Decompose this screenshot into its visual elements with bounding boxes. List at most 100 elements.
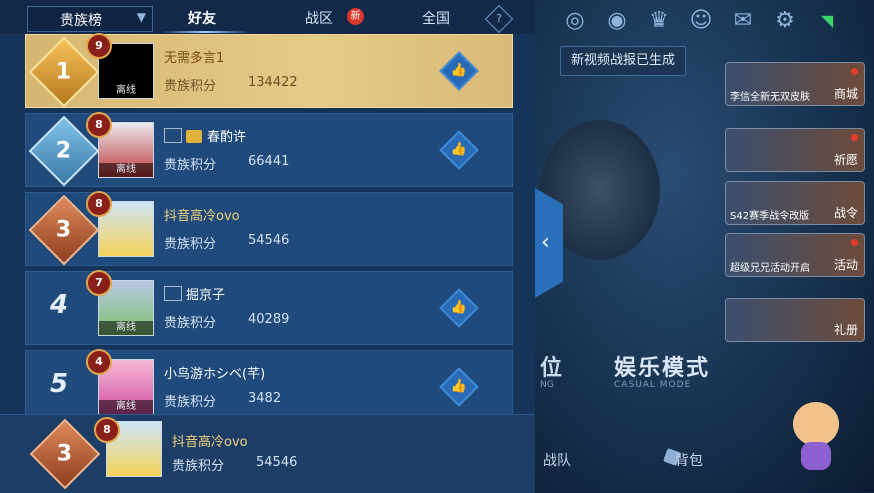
- casual-mode-title: 娱乐模式: [614, 356, 711, 381]
- level-badge: 4: [86, 349, 112, 375]
- level-badge: 8: [94, 417, 120, 443]
- score-label: 贵族积分: [164, 316, 217, 331]
- ranked-mode-title: 位: [540, 356, 563, 381]
- trophy-icon[interactable]: ♛: [644, 6, 674, 36]
- offline-status: 离线: [99, 84, 153, 98]
- mascot-head: [793, 402, 839, 446]
- player-name: 掘京子: [186, 288, 226, 303]
- rank-row-3[interactable]: 3 8 抖音高冷ovo 贵族积分 54546: [25, 191, 513, 266]
- rank-row-4[interactable]: 4 离线 7 掘京子 贵族积分 40289 👍: [25, 270, 513, 345]
- score-label: 贵族积分: [172, 459, 225, 474]
- level-badge: 7: [86, 270, 112, 296]
- player-name: 小鸟游ホシベ(芊): [164, 367, 266, 382]
- mode-banner[interactable]: 位 NG 娱乐模式 CASUAL MODE: [540, 340, 730, 396]
- gift-book-button[interactable]: 礼册: [725, 298, 865, 342]
- rank-number: 3: [57, 441, 73, 467]
- ranked-mode-sub: NG: [540, 380, 554, 390]
- like-button[interactable]: 👍: [439, 288, 479, 328]
- chevron-down-icon: ▼: [136, 10, 146, 24]
- score-value: 54546: [256, 455, 298, 470]
- bag-nav-item[interactable]: 背包: [675, 450, 703, 470]
- notification-dot: [851, 68, 858, 75]
- score-value: 3482: [248, 391, 282, 406]
- rank-badge-bronze: 3: [29, 418, 101, 490]
- rank-number: 2: [56, 138, 72, 164]
- mail-icon[interactable]: ✉: [728, 6, 758, 36]
- rank-number: 4: [50, 290, 69, 320]
- battle-pass-label: 战令: [833, 206, 858, 220]
- vip-crown-icon: [186, 130, 202, 143]
- my-rank-footer: 3 8 抖音高冷ovo 贵族积分 54546: [0, 414, 535, 493]
- tab-bar: 贵族榜 ▼ 好友 战区 新 全国 ?: [0, 0, 535, 34]
- thumbs-up-icon: 👍: [450, 142, 468, 157]
- score-value: 134422: [248, 75, 298, 90]
- target-icon[interactable]: ◎: [560, 6, 590, 36]
- offline-status: 离线: [99, 321, 153, 335]
- dropdown-label: 贵族榜: [60, 13, 102, 29]
- shop-label: 商城: [833, 87, 858, 101]
- gift-book-label: 礼册: [833, 323, 858, 337]
- player-name: 抖音高冷ovo: [164, 209, 240, 224]
- player-name-wrap: 掘京子: [164, 284, 225, 303]
- like-button[interactable]: 👍: [439, 51, 479, 91]
- battle-pass-button[interactable]: S42赛季战令改版 战令: [725, 181, 865, 225]
- team-tag-icon: [164, 286, 182, 301]
- gear-icon[interactable]: ⚙: [770, 6, 800, 36]
- team-tag-icon: [164, 128, 182, 143]
- new-badge: 新: [347, 8, 364, 25]
- player-name: 无需多言1: [164, 51, 225, 66]
- score-label: 贵族积分: [164, 79, 217, 94]
- mascot-character[interactable]: [785, 398, 847, 474]
- shop-promo-text: 李信全新无双皮肤: [730, 92, 810, 103]
- tab-friends[interactable]: 好友: [188, 8, 216, 28]
- active-tab-indicator: [160, 31, 250, 33]
- wifi-icon: ◥: [820, 11, 834, 30]
- events-button[interactable]: 超级兄兄活动开启 活动: [725, 233, 865, 277]
- score-value: 54546: [248, 233, 290, 248]
- chevron-left-icon: ‹: [541, 230, 550, 255]
- thumbs-up-icon: 👍: [450, 379, 468, 394]
- top-icon-bar: ◎ ◉ ♛ ☺ ✉ ⚙ ◥: [560, 6, 860, 50]
- player-name: 春酌许: [207, 130, 247, 145]
- casual-mode-sub: CASUAL MODE: [614, 380, 692, 390]
- tab-national[interactable]: 全国: [422, 8, 450, 28]
- player-name: 抖音高冷ovo: [172, 435, 248, 450]
- like-button[interactable]: 👍: [439, 130, 479, 170]
- score-value: 40289: [248, 312, 290, 327]
- events-promo: 超级兄兄活动开启: [730, 263, 810, 274]
- team-nav-item[interactable]: 战队: [543, 450, 571, 470]
- battle-pass-promo: S42赛季战令改版: [730, 211, 810, 222]
- level-badge: 8: [86, 191, 112, 217]
- events-label: 活动: [833, 258, 858, 272]
- score-label: 贵族积分: [164, 237, 217, 252]
- ranking-panel: 贵族榜 ▼ 好友 战区 新 全国 ? 1 离线 9 无需多言1 贵族积分 134…: [0, 0, 535, 493]
- rank-row-2[interactable]: 2 离线 8 春酌许 贵族积分 66441 👍: [25, 112, 513, 187]
- offline-status: 离线: [99, 163, 153, 177]
- score-value: 66441: [248, 154, 290, 169]
- like-button[interactable]: 👍: [439, 367, 479, 407]
- rank-number: 5: [50, 369, 69, 399]
- offline-status: 离线: [99, 400, 153, 414]
- tab-region[interactable]: 战区: [305, 8, 333, 28]
- wish-label: 祈愿: [833, 153, 858, 167]
- thumbs-up-icon: 👍: [450, 300, 468, 315]
- help-glyph: ?: [496, 12, 502, 25]
- notification-dot: [851, 239, 858, 246]
- rank-row-1[interactable]: 1 离线 9 无需多言1 贵族积分 134422 👍: [25, 33, 513, 108]
- wish-button[interactable]: 祈愿: [725, 128, 865, 172]
- eye-icon[interactable]: ◉: [602, 6, 632, 36]
- score-label: 贵族积分: [164, 158, 217, 173]
- player-name-wrap: 春酌许: [164, 126, 246, 145]
- thumbs-up-icon: 👍: [450, 63, 468, 78]
- help-icon[interactable]: ?: [484, 4, 514, 34]
- level-badge: 9: [86, 33, 112, 59]
- rank-row-5[interactable]: 5 离线 4 小鸟游ホシベ(芊) 贵族积分 3482 👍: [25, 349, 513, 424]
- score-label: 贵族积分: [164, 395, 217, 410]
- collapse-panel-button[interactable]: ‹: [535, 188, 563, 298]
- shop-button[interactable]: 李信全新无双皮肤 商城: [725, 62, 865, 106]
- friends-icon[interactable]: ☺: [686, 6, 716, 36]
- rank-number: 1: [56, 59, 72, 85]
- noble-rank-dropdown[interactable]: 贵族榜 ▼: [27, 6, 153, 32]
- video-report-tooltip: 新视频战报已生成: [560, 46, 687, 76]
- level-badge: 8: [86, 112, 112, 138]
